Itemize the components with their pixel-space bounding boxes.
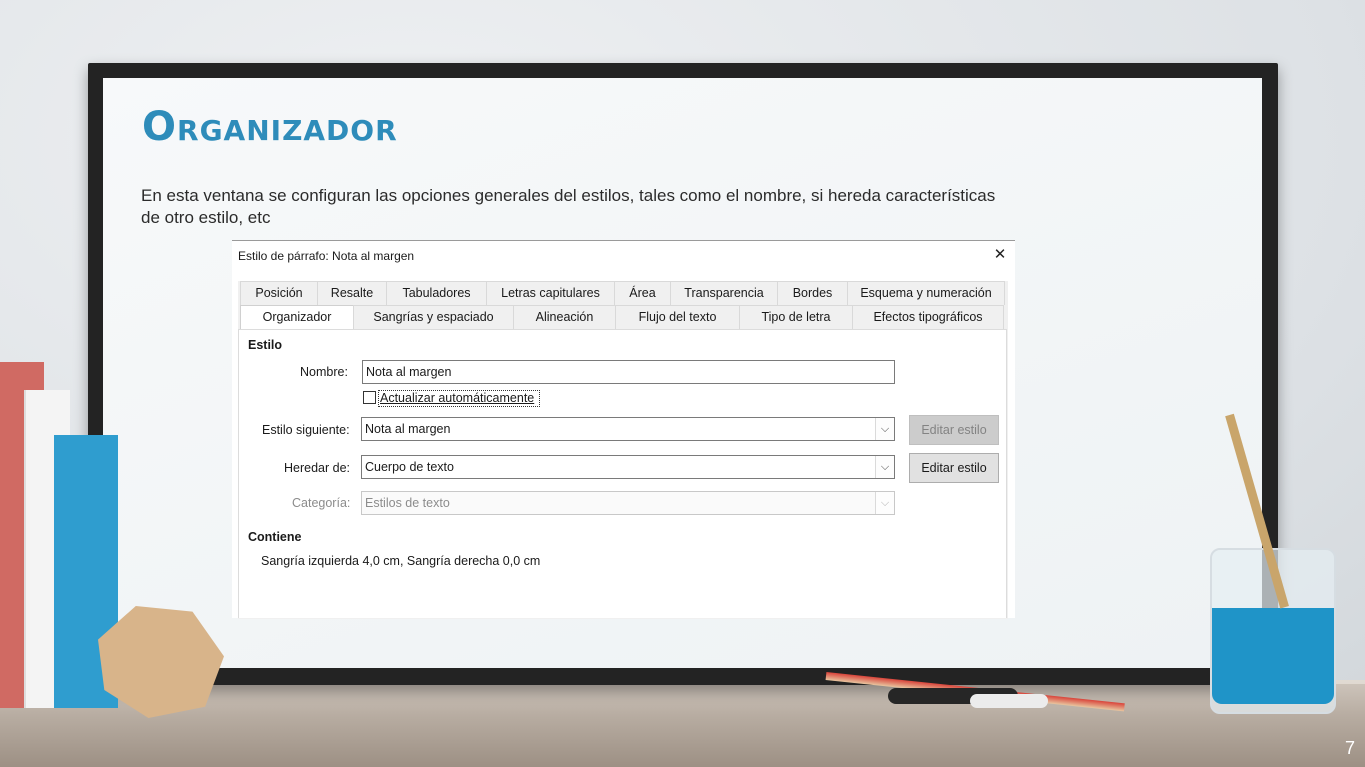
inherit-label: Heredar de: <box>284 461 351 475</box>
tab-esquema-numeracion[interactable]: Esquema y numeración <box>847 281 1005 305</box>
contains-section-heading: Contiene <box>248 530 302 544</box>
dialog-title: Estilo de párrafo: Nota al margen <box>238 249 415 263</box>
tab-transparencia[interactable]: Transparencia <box>670 281 778 305</box>
name-field[interactable]: Nota al margen <box>362 360 895 384</box>
category-select[interactable]: Estilos de texto ⌵ <box>361 491 895 515</box>
slide-body-text: En esta ventana se configuran las opcion… <box>141 186 996 227</box>
tab-tabuladores[interactable]: Tabuladores <box>386 281 487 305</box>
edit-style-button-disabled[interactable]: Editar estilo <box>909 415 999 445</box>
tab-bordes[interactable]: Bordes <box>777 281 848 305</box>
tab-efectos-tipograficos[interactable]: Efectos tipográficos <box>852 305 1004 329</box>
tab-organizador[interactable]: Organizador <box>240 305 354 330</box>
tab-resalte[interactable]: Resalte <box>317 281 387 305</box>
autoupdate-label[interactable]: Actualizar automáticamente <box>380 391 534 405</box>
chevron-down-icon[interactable]: ⌵ <box>875 418 894 440</box>
autoupdate-checkbox[interactable] <box>363 391 376 404</box>
eraser <box>970 694 1048 708</box>
next-style-value: Nota al margen <box>365 422 451 436</box>
close-icon[interactable]: ✕ <box>991 245 1009 263</box>
blue-water <box>1212 608 1334 704</box>
slide-title: Organizador <box>142 104 398 150</box>
tab-tipo-letra[interactable]: Tipo de letra <box>739 305 853 329</box>
tab-sangrias-espaciado[interactable]: Sangrías y espaciado <box>353 305 514 329</box>
inherit-select[interactable]: Cuerpo de texto ⌵ <box>361 455 895 479</box>
tab-alineacion[interactable]: Alineación <box>513 305 616 329</box>
edit-style-button[interactable]: Editar estilo <box>909 453 999 483</box>
page-number: 7 <box>1344 738 1355 758</box>
tab-row-1: Posición Resalte Tabuladores Letras capi… <box>240 281 1005 305</box>
style-section-heading: Estilo <box>248 338 283 352</box>
tab-letras-capitulares[interactable]: Letras capitulares <box>486 281 615 305</box>
chevron-down-icon[interactable]: ⌵ <box>875 456 894 478</box>
tab-area[interactable]: Área <box>614 281 671 305</box>
inherit-value: Cuerpo de texto <box>365 460 454 474</box>
category-value: Estilos de texto <box>365 496 450 510</box>
chevron-down-icon[interactable]: ⌵ <box>875 492 894 514</box>
next-style-label: Estilo siguiente: <box>262 423 350 437</box>
name-label: Nombre: <box>300 365 348 379</box>
tab-flujo-texto[interactable]: Flujo del texto <box>615 305 740 329</box>
category-label: Categoría: <box>292 496 351 510</box>
next-style-select[interactable]: Nota al margen ⌵ <box>361 417 895 441</box>
tab-row-2: Organizador Sangrías y espaciado Alineac… <box>240 305 1004 330</box>
tab-posicion[interactable]: Posición <box>240 281 318 305</box>
contains-description: Sangría izquierda 4,0 cm, Sangría derech… <box>261 554 541 568</box>
